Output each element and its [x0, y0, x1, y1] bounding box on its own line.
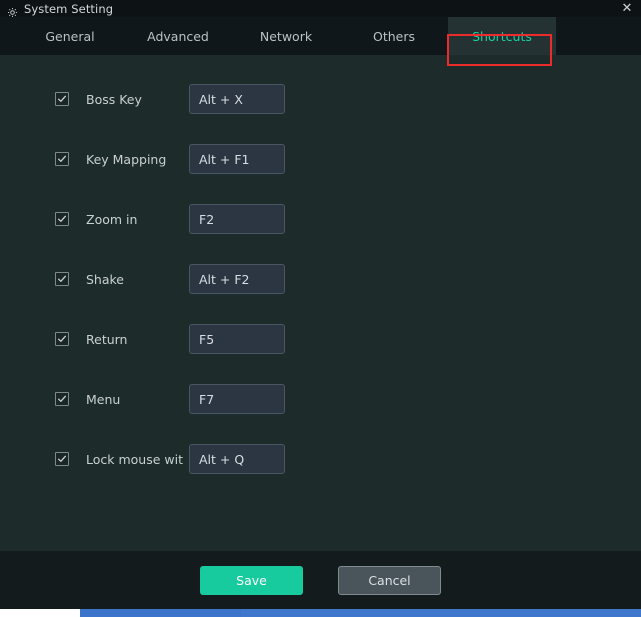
shortcut-row-lock-mouse: Lock mouse wit	[0, 429, 295, 489]
shortcuts-grid: Boss Key Full Screen Key Mapping	[0, 69, 641, 489]
label-zoom-in: Zoom in	[86, 211, 138, 227]
label-return: Return	[86, 331, 128, 347]
tab-advanced[interactable]: Advanced	[124, 17, 232, 55]
shortcut-row-home: Home	[295, 309, 641, 369]
shortcut-row-key-mapping: Key Mapping	[0, 129, 295, 189]
shortcut-row-screenshot: Screenshot	[295, 249, 641, 309]
checkbox-zoom-in[interactable]	[55, 212, 69, 226]
input-lock-mouse[interactable]	[189, 444, 285, 474]
system-setting-window: System Setting ✕ General Advanced Networ…	[0, 0, 641, 609]
title-bar-left: System Setting	[0, 1, 114, 18]
tab-others[interactable]: Others	[340, 17, 448, 55]
save-button[interactable]: Save	[200, 565, 303, 595]
shortcut-row-shake: Shake	[0, 249, 295, 309]
shortcut-row-full-screen: Full Screen	[295, 69, 641, 129]
checkbox-lock-mouse[interactable]	[55, 452, 69, 466]
tab-network[interactable]: Network	[232, 17, 340, 55]
label-menu: Menu	[86, 391, 121, 407]
label-shake: Shake	[86, 271, 125, 287]
shortcut-row-menu: Menu	[0, 369, 295, 429]
label-key-mapping: Key Mapping	[86, 151, 167, 167]
checkbox-boss-key[interactable]	[55, 92, 69, 106]
title-bar: System Setting ✕	[0, 0, 641, 18]
checkbox-return[interactable]	[55, 332, 69, 346]
label-lock-mouse: Lock mouse wit	[86, 451, 183, 467]
checkbox-menu[interactable]	[55, 392, 69, 406]
background-window-strip-secondary	[241, 609, 641, 617]
cancel-button[interactable]: Cancel	[338, 565, 441, 595]
tab-bar: General Advanced Network Others Shortcut…	[0, 17, 641, 66]
shortcut-row-return: Return	[0, 309, 295, 369]
shortcut-row-zoom-in: Zoom in	[0, 189, 295, 249]
input-menu[interactable]	[189, 384, 285, 414]
label-boss-key: Boss Key	[86, 91, 142, 107]
input-zoom-in[interactable]	[189, 204, 285, 234]
window-title: System Setting	[24, 1, 114, 16]
input-key-mapping[interactable]	[189, 144, 285, 174]
checkbox-key-mapping[interactable]	[55, 152, 69, 166]
input-return[interactable]	[189, 324, 285, 354]
shortcut-row-boss-key: Boss Key	[0, 69, 295, 129]
dialog-footer: Save Cancel	[0, 551, 641, 609]
shortcut-row-zoom-out: Zoom out	[295, 189, 641, 249]
input-boss-key[interactable]	[189, 84, 285, 114]
restore-default-cell: Restore Default	[295, 429, 641, 489]
tab-shortcuts[interactable]: Shortcuts	[448, 17, 556, 55]
input-shake[interactable]	[189, 264, 285, 294]
shortcuts-panel: Boss Key Full Screen Key Mapping	[0, 55, 641, 551]
gear-icon	[7, 3, 18, 18]
shortcut-row-keymapping-tip: Keymapping Tip	[295, 129, 641, 189]
checkbox-shake[interactable]	[55, 272, 69, 286]
close-icon[interactable]: ✕	[619, 1, 635, 16]
tab-general[interactable]: General	[16, 17, 124, 55]
shortcut-row-recentapp: RecentApp	[295, 369, 641, 429]
